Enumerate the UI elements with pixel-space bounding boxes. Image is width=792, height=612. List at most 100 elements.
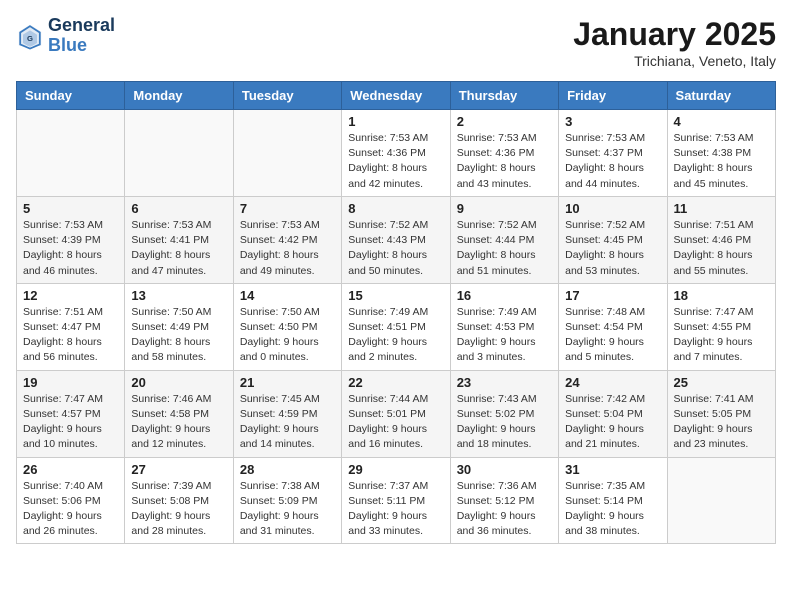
calendar-cell: 22Sunrise: 7:44 AM Sunset: 5:01 PM Dayli… bbox=[342, 370, 450, 457]
calendar-cell: 19 Sunrise: 7:47 AM Sunset: 4:57 PM Dayli… bbox=[17, 370, 125, 457]
day-info: Sunrise: 7:50 AM Sunset: 4:50 PM Dayligh… bbox=[240, 305, 335, 366]
day-number: 4 bbox=[674, 114, 769, 129]
calendar-cell: 12 Sunrise: 7:51 AM Sunset: 4:47 PM Dayli… bbox=[17, 283, 125, 370]
calendar-cell: 7Sunrise: 7:53 AM Sunset: 4:42 PM Daylig… bbox=[233, 196, 341, 283]
weekday-header-friday: Friday bbox=[559, 82, 667, 110]
day-info: Sunrise: 7:47 AM Sunset: 4:57 PM Dayligh… bbox=[23, 392, 118, 453]
day-number: 30 bbox=[457, 462, 552, 477]
day-number: 27 bbox=[131, 462, 226, 477]
title-block: January 2025 Trichiana, Veneto, Italy bbox=[573, 16, 776, 69]
calendar-cell: 20Sunrise: 7:46 AM Sunset: 4:58 PM Dayli… bbox=[125, 370, 233, 457]
calendar-cell: 8Sunrise: 7:52 AM Sunset: 4:43 PM Daylig… bbox=[342, 196, 450, 283]
day-number: 13 bbox=[131, 288, 226, 303]
calendar-week-2: 5 Sunrise: 7:53 AM Sunset: 4:39 PM Daylig… bbox=[17, 196, 776, 283]
weekday-header-row: SundayMondayTuesdayWednesdayThursdayFrid… bbox=[17, 82, 776, 110]
day-number: 14 bbox=[240, 288, 335, 303]
calendar-cell: 3 Sunrise: 7:53 AM Sunset: 4:37 PM Daylig… bbox=[559, 110, 667, 197]
day-number: 17 bbox=[565, 288, 660, 303]
calendar-cell: 9Sunrise: 7:52 AM Sunset: 4:44 PM Daylig… bbox=[450, 196, 558, 283]
weekday-header-wednesday: Wednesday bbox=[342, 82, 450, 110]
calendar-cell: 21 Sunrise: 7:45 AM Sunset: 4:59 PM Dayli… bbox=[233, 370, 341, 457]
day-info: Sunrise: 7:42 AM Sunset: 5:04 PM Dayligh… bbox=[565, 392, 660, 453]
calendar-week-4: 19 Sunrise: 7:47 AM Sunset: 4:57 PM Dayli… bbox=[17, 370, 776, 457]
day-number: 25 bbox=[674, 375, 769, 390]
calendar-cell: 15Sunrise: 7:49 AM Sunset: 4:51 PM Dayli… bbox=[342, 283, 450, 370]
day-number: 10 bbox=[565, 201, 660, 216]
day-info: Sunrise: 7:53 AM Sunset: 4:39 PM Dayligh… bbox=[23, 218, 118, 279]
day-info: Sunrise: 7:51 AM Sunset: 4:47 PM Dayligh… bbox=[23, 305, 118, 366]
day-number: 5 bbox=[23, 201, 118, 216]
day-info: Sunrise: 7:35 AM Sunset: 5:14 PM Dayligh… bbox=[565, 479, 660, 540]
calendar-cell bbox=[125, 110, 233, 197]
day-number: 29 bbox=[348, 462, 443, 477]
weekday-header-saturday: Saturday bbox=[667, 82, 775, 110]
day-info: Sunrise: 7:46 AM Sunset: 4:58 PM Dayligh… bbox=[131, 392, 226, 453]
calendar-cell bbox=[667, 457, 775, 544]
day-number: 3 bbox=[565, 114, 660, 129]
day-info: Sunrise: 7:53 AM Sunset: 4:38 PM Dayligh… bbox=[674, 131, 769, 192]
day-info: Sunrise: 7:47 AM Sunset: 4:55 PM Dayligh… bbox=[674, 305, 769, 366]
calendar-cell: 13 Sunrise: 7:50 AM Sunset: 4:49 PM Dayli… bbox=[125, 283, 233, 370]
day-info: Sunrise: 7:37 AM Sunset: 5:11 PM Dayligh… bbox=[348, 479, 443, 540]
calendar-cell: 6 Sunrise: 7:53 AM Sunset: 4:41 PM Daylig… bbox=[125, 196, 233, 283]
logo-icon: G bbox=[16, 22, 44, 50]
day-number: 31 bbox=[565, 462, 660, 477]
day-number: 16 bbox=[457, 288, 552, 303]
day-number: 12 bbox=[23, 288, 118, 303]
day-number: 1 bbox=[348, 114, 443, 129]
calendar-cell: 10 Sunrise: 7:52 AM Sunset: 4:45 PM Dayli… bbox=[559, 196, 667, 283]
calendar-week-3: 12 Sunrise: 7:51 AM Sunset: 4:47 PM Dayli… bbox=[17, 283, 776, 370]
calendar-cell bbox=[233, 110, 341, 197]
day-info: Sunrise: 7:50 AM Sunset: 4:49 PM Dayligh… bbox=[131, 305, 226, 366]
calendar-cell: 30 Sunrise: 7:36 AM Sunset: 5:12 PM Dayli… bbox=[450, 457, 558, 544]
day-info: Sunrise: 7:36 AM Sunset: 5:12 PM Dayligh… bbox=[457, 479, 552, 540]
location-subtitle: Trichiana, Veneto, Italy bbox=[573, 53, 776, 69]
day-info: Sunrise: 7:53 AM Sunset: 4:37 PM Dayligh… bbox=[565, 131, 660, 192]
calendar-cell: 11 Sunrise: 7:51 AM Sunset: 4:46 PM Dayli… bbox=[667, 196, 775, 283]
day-info: Sunrise: 7:45 AM Sunset: 4:59 PM Dayligh… bbox=[240, 392, 335, 453]
day-info: Sunrise: 7:49 AM Sunset: 4:51 PM Dayligh… bbox=[348, 305, 443, 366]
day-info: Sunrise: 7:51 AM Sunset: 4:46 PM Dayligh… bbox=[674, 218, 769, 279]
calendar-cell: 24 Sunrise: 7:42 AM Sunset: 5:04 PM Dayli… bbox=[559, 370, 667, 457]
calendar-cell: 29 Sunrise: 7:37 AM Sunset: 5:11 PM Dayli… bbox=[342, 457, 450, 544]
day-number: 21 bbox=[240, 375, 335, 390]
day-number: 8 bbox=[348, 201, 443, 216]
calendar-cell: 26 Sunrise: 7:40 AM Sunset: 5:06 PM Dayli… bbox=[17, 457, 125, 544]
day-number: 26 bbox=[23, 462, 118, 477]
day-number: 24 bbox=[565, 375, 660, 390]
weekday-header-tuesday: Tuesday bbox=[233, 82, 341, 110]
page-header: G GeneralBlue January 2025 Trichiana, Ve… bbox=[16, 16, 776, 69]
calendar-cell bbox=[17, 110, 125, 197]
weekday-header-sunday: Sunday bbox=[17, 82, 125, 110]
day-number: 2 bbox=[457, 114, 552, 129]
day-info: Sunrise: 7:52 AM Sunset: 4:44 PM Dayligh… bbox=[457, 218, 552, 279]
day-info: Sunrise: 7:39 AM Sunset: 5:08 PM Dayligh… bbox=[131, 479, 226, 540]
day-number: 18 bbox=[674, 288, 769, 303]
logo: G GeneralBlue bbox=[16, 16, 115, 56]
day-info: Sunrise: 7:53 AM Sunset: 4:42 PM Dayligh… bbox=[240, 218, 335, 279]
day-info: Sunrise: 7:40 AM Sunset: 5:06 PM Dayligh… bbox=[23, 479, 118, 540]
calendar-cell: 14 Sunrise: 7:50 AM Sunset: 4:50 PM Dayli… bbox=[233, 283, 341, 370]
day-number: 11 bbox=[674, 201, 769, 216]
calendar-cell: 31 Sunrise: 7:35 AM Sunset: 5:14 PM Dayli… bbox=[559, 457, 667, 544]
calendar-cell: 18 Sunrise: 7:47 AM Sunset: 4:55 PM Dayli… bbox=[667, 283, 775, 370]
calendar-week-5: 26 Sunrise: 7:40 AM Sunset: 5:06 PM Dayli… bbox=[17, 457, 776, 544]
day-number: 19 bbox=[23, 375, 118, 390]
calendar-cell: 23Sunrise: 7:43 AM Sunset: 5:02 PM Dayli… bbox=[450, 370, 558, 457]
day-info: Sunrise: 7:52 AM Sunset: 4:45 PM Dayligh… bbox=[565, 218, 660, 279]
day-number: 23 bbox=[457, 375, 552, 390]
day-info: Sunrise: 7:53 AM Sunset: 4:36 PM Dayligh… bbox=[348, 131, 443, 192]
day-info: Sunrise: 7:41 AM Sunset: 5:05 PM Dayligh… bbox=[674, 392, 769, 453]
logo-text: GeneralBlue bbox=[48, 16, 115, 56]
day-number: 6 bbox=[131, 201, 226, 216]
day-number: 22 bbox=[348, 375, 443, 390]
day-info: Sunrise: 7:38 AM Sunset: 5:09 PM Dayligh… bbox=[240, 479, 335, 540]
calendar-cell: 27 Sunrise: 7:39 AM Sunset: 5:08 PM Dayli… bbox=[125, 457, 233, 544]
day-info: Sunrise: 7:53 AM Sunset: 4:36 PM Dayligh… bbox=[457, 131, 552, 192]
day-info: Sunrise: 7:48 AM Sunset: 4:54 PM Dayligh… bbox=[565, 305, 660, 366]
calendar-cell: 4 Sunrise: 7:53 AM Sunset: 4:38 PM Daylig… bbox=[667, 110, 775, 197]
calendar-table: SundayMondayTuesdayWednesdayThursdayFrid… bbox=[16, 81, 776, 544]
calendar-cell: 17 Sunrise: 7:48 AM Sunset: 4:54 PM Dayli… bbox=[559, 283, 667, 370]
day-info: Sunrise: 7:53 AM Sunset: 4:41 PM Dayligh… bbox=[131, 218, 226, 279]
calendar-cell: 25 Sunrise: 7:41 AM Sunset: 5:05 PM Dayli… bbox=[667, 370, 775, 457]
